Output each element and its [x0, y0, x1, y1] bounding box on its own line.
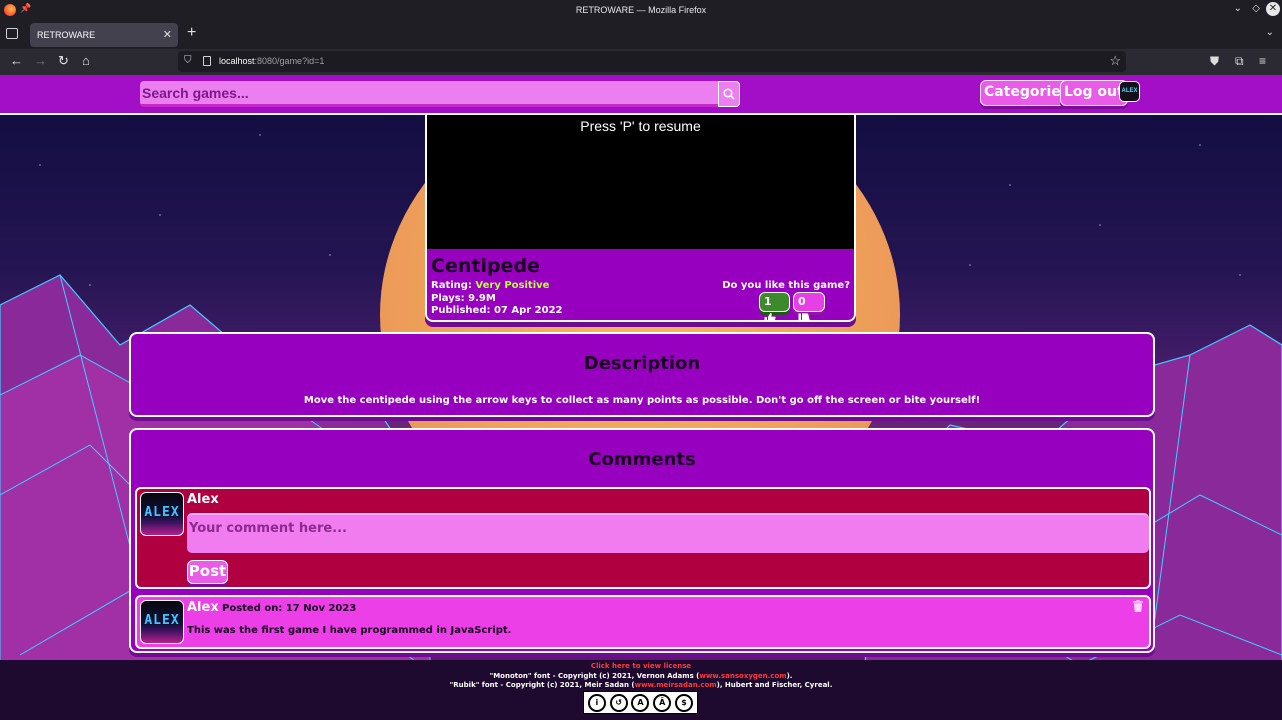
bookmark-star-icon[interactable]: ☆ — [1109, 53, 1121, 69]
minimize-icon[interactable]: ⌄ — [1234, 3, 1242, 14]
description-heading: Description — [583, 353, 701, 374]
comment-item: ALEX Alex Posted on: 17 Nov 2023 This wa… — [135, 595, 1151, 649]
dislike-button[interactable]: 0 — [793, 292, 825, 320]
extensions-icon[interactable]: ⧉ — [1235, 54, 1244, 69]
site-header: Categories Log out ALEX — [0, 75, 1282, 115]
comment-body: This was the first game I have programme… — [187, 625, 512, 636]
search-input[interactable] — [140, 81, 718, 107]
user-avatar[interactable]: ALEX — [1119, 81, 1140, 102]
comments-heading: Comments — [588, 449, 696, 470]
rating-value: Very Positive — [475, 280, 550, 291]
license-link[interactable]: Click here to view license — [0, 662, 1282, 670]
cc-sa-icon: ↺ — [609, 693, 628, 712]
search-bar — [140, 81, 740, 107]
rating-label: Rating: — [431, 280, 472, 291]
menu-icon[interactable]: ≡ — [1259, 54, 1266, 68]
shield-icon[interactable]: ⛉ — [184, 55, 192, 66]
comment-author: Alex — [187, 600, 219, 615]
comment-form: ALEX Alex Post — [135, 487, 1151, 589]
game-published: Published: 07 Apr 2022 — [431, 305, 563, 316]
site-footer: Click here to view license "Monoton" fon… — [0, 661, 1282, 720]
comment-input[interactable] — [187, 513, 1149, 553]
rubik-credit: "Rubik" font - Copyright (c) 2021, Meir … — [449, 681, 833, 689]
back-icon[interactable]: ← — [10, 54, 23, 68]
like-button[interactable]: 1 — [759, 292, 790, 320]
like-count: 1 — [764, 295, 772, 308]
comment-form-author: Alex — [187, 492, 219, 507]
comments-panel: Comments ALEX Alex Post ALEX Alex Posted… — [129, 428, 1155, 653]
thumbs-down-icon — [798, 313, 810, 320]
game-plays: Plays: 9.9M — [431, 293, 496, 304]
meirsadan-link[interactable]: www.meirsadan.com — [635, 681, 717, 689]
close-window-icon[interactable]: ✕ — [1266, 2, 1280, 16]
cc-nc-icon: Ā — [653, 693, 672, 712]
tab-close-icon[interactable]: ✕ — [163, 28, 172, 41]
search-button[interactable] — [718, 81, 740, 107]
forward-icon[interactable]: → — [34, 54, 47, 68]
description-panel: Description Move the centipede using the… — [129, 332, 1155, 417]
description-text: Move the centipede using the arrow keys … — [303, 395, 981, 406]
game-card: Press 'P' to resume Centipede Rating: Ve… — [425, 115, 856, 322]
tab-bar: RETROWARE ✕ + ⌄ — [0, 20, 1282, 49]
game-rating: Rating: Very Positive — [431, 280, 549, 291]
thumbs-up-icon — [764, 312, 776, 320]
game-title: Centipede — [431, 255, 540, 277]
game-pause-message: Press 'P' to resume — [580, 118, 701, 134]
creative-commons-badge[interactable]: i ↺ A Ā $ — [583, 691, 698, 714]
reload-icon[interactable]: ↻ — [58, 54, 69, 68]
trash-icon[interactable] — [1133, 600, 1143, 612]
page-viewport: Categories Log out ALEX Press 'P' to res… — [0, 75, 1282, 720]
cc-by-icon: i — [587, 693, 606, 712]
chevron-down-icon[interactable]: ⌄ — [1266, 27, 1274, 38]
like-question: Do you like this game? — [722, 280, 850, 291]
url-bar[interactable]: ⛉ localhost:8080/game?id=1 ☆ — [178, 51, 1126, 72]
navigation-toolbar: ← → ↻ ⌂ ⛉ localhost:8080/game?id=1 ☆ ⛊ ⧉… — [0, 49, 1282, 75]
tab-label: RETROWARE — [37, 30, 96, 40]
maximize-icon[interactable]: ◇ — [1252, 3, 1260, 14]
monoton-credit: "Monoton" font - Copyright (c) 2021, Ver… — [489, 672, 793, 680]
cc-a-icon: A — [631, 693, 650, 712]
url-text[interactable]: localhost:8080/game?id=1 — [219, 56, 324, 66]
comment-form-avatar: ALEX — [140, 492, 184, 536]
game-canvas[interactable]: Press 'P' to resume — [427, 115, 854, 249]
comment-avatar: ALEX — [140, 600, 184, 644]
window-title: RETROWARE — Mozilla Firefox — [575, 5, 707, 15]
comment-date: Posted on: 17 Nov 2023 — [222, 603, 357, 614]
home-icon[interactable]: ⌂ — [82, 54, 90, 68]
tab-retroware[interactable]: RETROWARE ✕ — [30, 23, 178, 47]
dislike-count: 0 — [798, 295, 806, 308]
magnifier-icon — [723, 88, 735, 100]
tab-list-icon[interactable] — [6, 28, 18, 39]
cc-dollar-icon: $ — [675, 693, 694, 712]
page-icon — [203, 56, 211, 66]
sansoxygen-link[interactable]: www.sansoxygen.com — [699, 672, 786, 680]
window-titlebar: 📌 RETROWARE — Mozilla Firefox ⌄ ◇ ✕ — [0, 0, 1282, 20]
post-comment-button[interactable]: Post — [187, 560, 228, 584]
logout-button[interactable]: Log out — [1060, 80, 1128, 106]
new-tab-icon[interactable]: + — [187, 24, 196, 42]
pocket-icon[interactable]: ⛊ — [1210, 54, 1219, 69]
